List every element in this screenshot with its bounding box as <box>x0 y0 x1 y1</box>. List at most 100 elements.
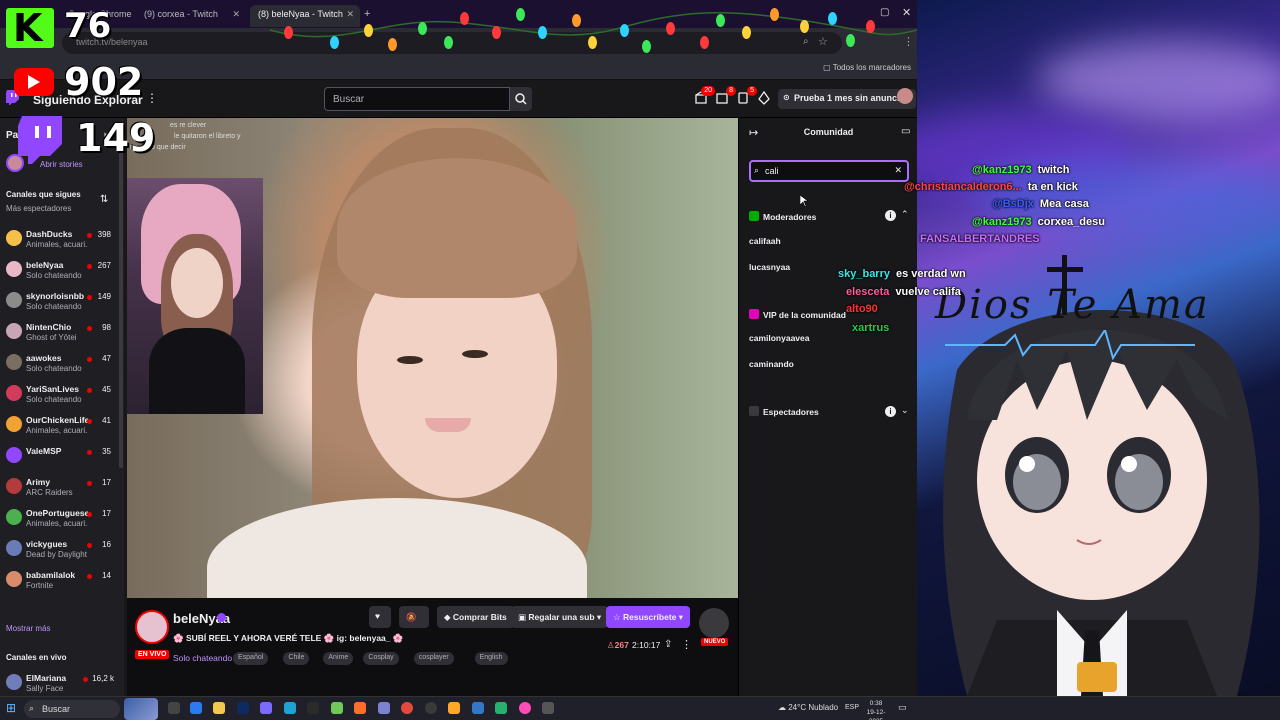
notification-bell-button[interactable]: 🔕 <box>399 606 429 628</box>
sidebar-channel-item[interactable]: OurChickenLife Animales, acuari... 41 <box>0 412 124 442</box>
popout-icon[interactable]: ▭ <box>901 126 910 137</box>
live-channel-item[interactable]: ElMariana Sally Face 16,2 k <box>0 670 124 696</box>
stream-tag[interactable]: English <box>474 652 508 665</box>
taskbar-search-label: Buscar <box>42 704 71 714</box>
stream-tag[interactable]: Español <box>233 652 269 665</box>
cloud-icon: ☁ <box>778 703 789 712</box>
language-indicator[interactable]: ESP <box>845 704 859 711</box>
notifications-icon[interactable]: 8 <box>715 86 736 105</box>
viewer-count: 16,2 k <box>92 674 114 683</box>
sidebar-channel-item[interactable]: YariSanLives Solo chateando 45 <box>0 381 124 411</box>
community-user[interactable]: caminando <box>749 359 794 369</box>
app-icon[interactable] <box>472 702 484 714</box>
search-input[interactable]: Buscar <box>324 87 510 111</box>
system-clock[interactable]: 0:38 19-12-2025 <box>862 699 890 720</box>
all-bookmarks-link[interactable]: ▢ Todos los marcadores <box>823 63 911 72</box>
firefox-icon[interactable] <box>354 702 366 714</box>
community-search-input[interactable]: ⌕ cali ✕ <box>749 160 909 182</box>
user-avatar[interactable] <box>897 88 913 104</box>
sidebar-channel-item[interactable]: ValeMSP 35 <box>0 443 124 473</box>
stream-tag[interactable]: Cosplay <box>363 652 399 665</box>
app-icon[interactable] <box>495 702 507 714</box>
channel-game: Solo chateando <box>26 395 82 404</box>
info-icon[interactable]: i <box>885 406 896 417</box>
streamer-webcam <box>127 178 263 414</box>
resubscribe-button[interactable]: ☆ Resuscríbete ▾ <box>606 606 691 628</box>
sidebar-channel-item[interactable]: NintenChio Ghost of Yōtei 98 <box>0 319 124 349</box>
task-view-icon[interactable] <box>168 702 180 714</box>
sidebar-channel-item[interactable]: babamilalok Fortnite 14 <box>0 567 124 597</box>
app-icon[interactable] <box>331 702 343 714</box>
sidebar-channel-item[interactable]: DashDucks Animales, acuari... 398 <box>0 226 124 256</box>
app-icon[interactable] <box>260 702 272 714</box>
app-icon[interactable] <box>284 702 296 714</box>
app-icon[interactable] <box>378 702 390 714</box>
vip-section-header[interactable]: VIP de la comunidad <box>749 309 846 320</box>
gift-sub-button[interactable]: ▣ Regalar una sub ▾ <box>511 606 609 628</box>
follow-button[interactable]: ♥ <box>369 606 391 628</box>
stream-category[interactable]: Solo chateando <box>173 653 232 663</box>
notification-center-icon[interactable]: ▭ <box>898 702 907 713</box>
stream-tag[interactable]: cosplayer <box>413 652 454 665</box>
obs-icon[interactable] <box>425 702 437 714</box>
chevron-down-icon: ▾ <box>676 612 684 622</box>
prime-loot-icon[interactable]: 20 <box>694 86 715 105</box>
chevron-down-icon[interactable]: ⌄ <box>901 405 909 416</box>
widget-thumbnail[interactable] <box>124 698 158 720</box>
community-user[interactable]: califaah <box>749 236 781 246</box>
chevron-up-icon[interactable]: ⌃ <box>901 209 909 220</box>
moderators-label: Moderadores <box>763 212 817 222</box>
whispers-icon[interactable]: 5 <box>736 86 757 105</box>
sidebar-channel-item[interactable]: OnePortuguese...Animales, acuari... 17 <box>0 505 124 535</box>
light-bulb <box>460 12 469 25</box>
search-button[interactable] <box>510 87 532 111</box>
video-smile <box>425 418 471 432</box>
new-follower-avatar[interactable] <box>699 608 729 638</box>
viewer-count: 41 <box>102 416 111 425</box>
edge-icon[interactable] <box>190 702 202 714</box>
sidebar-scrollbar[interactable] <box>119 138 123 468</box>
community-user[interactable]: lucasnyaa <box>749 262 790 272</box>
vscode-icon[interactable] <box>237 702 249 714</box>
windows-start-icon[interactable]: ⊞ <box>6 701 16 715</box>
cross-icon <box>1047 255 1083 315</box>
more-options-icon[interactable]: ⋮ <box>146 91 158 105</box>
overlay-chat-message: @kanz1973 twitch <box>972 164 1069 176</box>
chrome-icon[interactable] <box>401 702 413 714</box>
taskbar-search[interactable]: ⌕ Buscar <box>24 700 120 718</box>
stream-info-bar: EN VIVO beleNyaa 🌸 SUBÍ REEL Y AHORA VER… <box>127 598 738 696</box>
chat-username: sky_barry <box>838 268 890 280</box>
channel-avatar <box>6 354 22 370</box>
app-icon[interactable] <box>542 702 554 714</box>
video-subject-bangs <box>337 158 577 298</box>
stream-tag[interactable]: Anime <box>323 652 354 665</box>
viewers-icon <box>749 406 759 416</box>
sidebar-channel-item[interactable]: aawokes Solo chateando 47 <box>0 350 124 380</box>
sort-icon[interactable]: ⇅ <box>100 194 108 205</box>
community-user[interactable]: camilonyaavea <box>749 333 809 343</box>
share-icon[interactable]: ⇪ <box>664 639 672 650</box>
chat-username: alto90 <box>846 303 878 315</box>
viewers-section-header[interactable]: Espectadores <box>749 406 819 417</box>
no-ads-button[interactable]: ⊙ Prueba 1 mes sin anuncios <box>778 89 917 109</box>
app-icon[interactable] <box>448 702 460 714</box>
app-icon[interactable] <box>307 702 319 714</box>
streamer-avatar[interactable] <box>135 610 169 644</box>
bits-icon[interactable] <box>757 90 771 105</box>
sidebar-channel-item[interactable]: beleNyaa Solo chateando 267 <box>0 257 124 287</box>
file-explorer-icon[interactable] <box>213 702 225 714</box>
moderators-section-header[interactable]: Moderadores <box>749 211 816 222</box>
info-icon[interactable]: i <box>885 210 896 221</box>
more-options-icon[interactable]: ⋮ <box>681 638 692 651</box>
clear-search-icon[interactable]: ✕ <box>894 165 902 176</box>
heartbeat-line-graphic <box>945 330 1195 360</box>
buy-bits-button[interactable]: ◆ Comprar Bits <box>437 606 514 628</box>
live-dot <box>87 388 92 393</box>
sidebar-channel-item[interactable]: vickygues Dead by Daylight 16 <box>0 536 124 566</box>
sidebar-channel-item[interactable]: Arimy ARC Raiders 17 <box>0 474 124 504</box>
app-icon[interactable] <box>519 702 531 714</box>
sidebar-channel-item[interactable]: skynorloisnbb Solo chateando 149 <box>0 288 124 318</box>
show-more-link[interactable]: Mostrar más <box>6 624 50 633</box>
weather-widget[interactable]: ☁ 24°C Nublado <box>778 703 838 712</box>
stream-tag[interactable]: Chile <box>283 652 310 665</box>
